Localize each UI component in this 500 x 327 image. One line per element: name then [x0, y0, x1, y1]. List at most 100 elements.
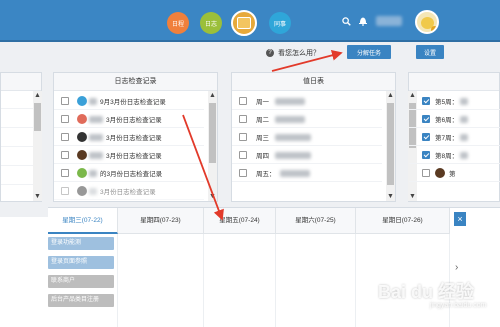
username-blurred — [376, 16, 402, 26]
task-item[interactable]: 联系商户 — [48, 275, 114, 288]
row-checkbox[interactable] — [239, 151, 247, 159]
name-blurred — [89, 97, 97, 105]
search-icon[interactable] — [342, 17, 351, 26]
list-item[interactable]: 第6周： — [409, 111, 500, 128]
duty-roster-panel-title: 值日表 — [232, 73, 395, 91]
row-checkbox[interactable] — [61, 115, 69, 123]
tab-sunday[interactable]: 星期日(07-26) — [356, 208, 450, 234]
row-checkbox[interactable] — [422, 97, 430, 105]
list-item[interactable]: 9月3月份日志检查记录 — [54, 93, 204, 110]
names-blurred — [275, 133, 311, 141]
row-checkbox[interactable] — [61, 133, 69, 141]
scroll-down-icon[interactable]: ▼ — [34, 193, 41, 200]
task-item[interactable]: 登录功能测 — [48, 237, 114, 250]
settings-button[interactable]: 设置 — [416, 45, 444, 59]
nav-task-button[interactable] — [231, 10, 257, 36]
row-checkbox[interactable] — [61, 187, 69, 195]
list-item[interactable]: 周一 — [232, 93, 382, 110]
list-item[interactable]: 第8周： — [409, 147, 500, 164]
list-item[interactable]: 周五： — [232, 165, 382, 182]
list-item[interactable]: 3月份日志检查记录 — [54, 111, 204, 128]
scroll-thumb[interactable] — [209, 103, 216, 163]
weekly-panel: ▲ ▼ 第5周： 第6周： 第7周： 第8周： 第 — [408, 72, 500, 202]
list-item[interactable]: 周四 — [232, 147, 382, 164]
tab-thursday[interactable]: 星期四(07-23) — [118, 208, 204, 234]
list-item[interactable]: 的3月份日志检查记录 — [54, 165, 204, 182]
day-column[interactable] — [118, 234, 204, 327]
row-checkbox[interactable] — [422, 151, 430, 159]
list-item[interactable]: 3月份日志检查记录 — [54, 183, 204, 200]
names-blurred — [275, 151, 311, 159]
left-panel-scrollbar[interactable]: ▲ ▼ — [33, 91, 42, 201]
row-label: 3月份日志检查记录 — [100, 189, 156, 196]
user-avatar[interactable] — [415, 10, 439, 34]
day-column[interactable] — [276, 234, 356, 327]
list-item[interactable]: 第7周： — [409, 129, 500, 146]
decompose-task-button[interactable]: 分解任务 — [347, 45, 391, 59]
scroll-down-icon[interactable]: ▼ — [387, 193, 394, 200]
names-blurred — [275, 97, 305, 105]
row-label: 周三 — [256, 135, 269, 142]
avatar — [77, 150, 87, 160]
row-checkbox[interactable] — [239, 115, 247, 123]
row-checkbox[interactable] — [239, 133, 247, 141]
weekly-panel-header — [409, 73, 499, 91]
baidu-watermark-url: jingyan.baidu.com — [430, 302, 487, 309]
row-label: 9月3月份日志检查记录 — [100, 99, 166, 106]
row-label: 第8周： — [435, 153, 459, 160]
list-item[interactable]: 3月份日志检查记录 — [54, 147, 204, 164]
tab-friday[interactable]: 星期五(07-24) — [204, 208, 276, 234]
row-checkbox[interactable] — [239, 169, 247, 177]
row-label: 3月份日志检查记录 — [106, 117, 162, 124]
row-label: 周五： — [256, 171, 276, 178]
day-column[interactable] — [204, 234, 276, 327]
nav-colleagues-button[interactable]: 同事 — [269, 12, 291, 34]
avatar — [77, 114, 87, 124]
scroll-down-icon[interactable]: ▼ — [409, 193, 416, 200]
row-checkbox[interactable] — [422, 133, 430, 141]
task-item[interactable]: 登录页面参照 — [48, 256, 114, 269]
list-item[interactable]: 周二 — [232, 111, 382, 128]
list-item[interactable]: 第5周： — [409, 93, 500, 110]
row-checkbox[interactable] — [422, 115, 430, 123]
names-blurred — [460, 115, 469, 123]
scroll-thumb[interactable] — [34, 103, 41, 131]
nav-schedule-button[interactable]: 日程 — [167, 12, 189, 34]
tab-wednesday[interactable]: 星期三(07-22) — [48, 208, 118, 234]
help-bar: ? 看您怎么用？ 分解任务 设置 — [0, 42, 500, 64]
left-panel-header — [1, 73, 41, 91]
row-checkbox[interactable] — [422, 169, 430, 177]
list-item — [1, 168, 34, 185]
scroll-up-icon[interactable]: ▲ — [34, 92, 41, 99]
nav-log-button[interactable]: 日志 — [200, 12, 222, 34]
question-icon: ? — [266, 49, 274, 57]
scroll-thumb[interactable] — [387, 103, 394, 185]
row-label: 第 — [449, 171, 456, 178]
help-link[interactable]: 看您怎么用？ — [278, 48, 320, 58]
bell-icon[interactable] — [359, 16, 367, 26]
row-label: 第7周： — [435, 135, 459, 142]
row-label: 周一 — [256, 99, 269, 106]
scroll-up-icon[interactable]: ▲ — [387, 92, 394, 99]
tab-saturday[interactable]: 星期六(07-25) — [276, 208, 356, 234]
task-item[interactable]: 后台产品类目注册 — [48, 294, 114, 307]
list-item[interactable]: 3月份日志检查记录 — [54, 129, 204, 146]
row-checkbox[interactable] — [61, 97, 69, 105]
row-checkbox[interactable] — [239, 97, 247, 105]
list-item[interactable]: 第 — [409, 165, 500, 182]
avatar — [435, 168, 445, 178]
chevron-right-icon[interactable]: › — [455, 262, 458, 273]
duty-roster-panel: 值日表 周一 周二 周三 周四 周五： ▲ ▼ — [231, 72, 396, 202]
row-checkbox[interactable] — [61, 151, 69, 159]
log-panel-scrollbar[interactable]: ▲ ▼ — [208, 91, 217, 201]
close-icon[interactable]: × — [454, 212, 466, 226]
scroll-down-icon[interactable]: ▼ — [209, 193, 216, 200]
list-item[interactable]: 周三 — [232, 129, 382, 146]
scroll-up-icon[interactable]: ▲ — [209, 92, 216, 99]
name-blurred — [89, 151, 103, 159]
row-label: 周二 — [256, 117, 269, 124]
avatar — [77, 132, 87, 142]
list-item — [1, 111, 34, 128]
duty-panel-scrollbar[interactable]: ▲ ▼ — [386, 91, 395, 201]
row-checkbox[interactable] — [61, 169, 69, 177]
